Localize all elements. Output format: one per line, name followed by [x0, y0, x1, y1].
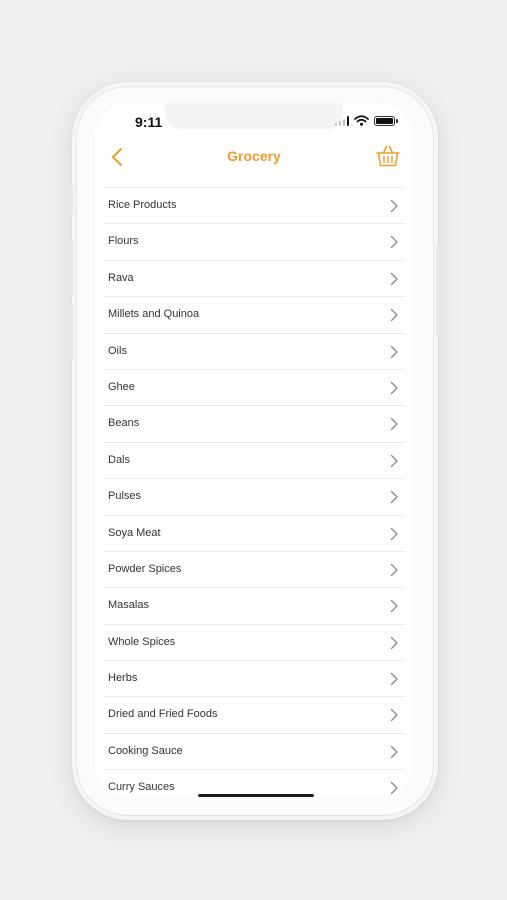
volume-down-button [69, 304, 73, 360]
chevron-right-icon [390, 600, 398, 613]
app-screen: 9:11 Grocery Rice Products Flours Rava Mill… [95, 103, 413, 797]
chevron-right-icon [390, 236, 398, 249]
chevron-right-icon [390, 381, 398, 395]
list-item[interactable]: Ghee [103, 368, 405, 405]
list-item-label: Millets and Quinoa [108, 308, 200, 321]
chevron-right-icon [390, 782, 398, 795]
volume-up-button [69, 240, 73, 296]
chevron-right-icon [390, 636, 398, 649]
wifi-icon [354, 115, 369, 126]
list-item[interactable]: Whole Spices [103, 623, 405, 660]
chevron-right-icon [390, 672, 398, 686]
list-item[interactable]: Beans [103, 405, 405, 441]
list-item[interactable]: Herbs [103, 660, 405, 696]
list-item-label: Soya Meat [108, 526, 161, 539]
list-item-label: Cooking Sauce [108, 744, 183, 757]
chevron-right-icon [390, 345, 398, 358]
category-list: Rice Products Flours Rava Millets and Quino… [103, 187, 405, 797]
list-item-label: Dried and Fried Foods [108, 708, 218, 721]
chevron-right-icon [390, 454, 398, 467]
mute-switch [69, 185, 73, 215]
list-item[interactable]: Cooking Sauce [103, 732, 405, 769]
list-item-label: Rice Products [108, 199, 177, 211]
power-button [436, 245, 440, 337]
status-icons [334, 115, 398, 126]
page-title: Grocery [227, 148, 281, 164]
battery-icon [374, 115, 398, 126]
list-item-label: Herbs [108, 672, 138, 685]
list-item-label: Masalas [108, 599, 149, 612]
device-notch [165, 103, 343, 129]
list-item[interactable]: Powder Spices [103, 550, 405, 587]
list-item[interactable]: Curry Sauces [103, 769, 405, 797]
list-item-label: Flours [108, 235, 139, 248]
list-item[interactable]: Flours [103, 223, 405, 259]
list-item[interactable]: Rava [103, 259, 405, 296]
home-indicator [198, 794, 314, 797]
list-item-label: Ghee [108, 380, 135, 393]
chevron-right-icon [390, 418, 398, 431]
list-item[interactable]: Rice Products [103, 187, 405, 223]
list-item-label: Beans [108, 417, 140, 430]
chevron-right-icon [390, 309, 398, 322]
list-item[interactable]: Dried and Fried Foods [103, 696, 405, 732]
status-time: 9:11 [135, 114, 163, 130]
nav-bar: Grocery [95, 139, 413, 177]
chevron-right-icon [390, 709, 398, 722]
list-item-label: Curry Sauces [108, 781, 175, 794]
chevron-right-icon [390, 272, 398, 285]
chevron-right-icon [390, 745, 398, 759]
signal-icon [334, 115, 349, 126]
chevron-right-icon [390, 527, 398, 540]
basket-icon[interactable] [375, 143, 401, 169]
chevron-right-icon [390, 490, 398, 504]
list-item[interactable]: Soya Meat [103, 514, 405, 551]
list-item[interactable]: Pulses [103, 478, 405, 514]
list-item-label: Whole Spices [108, 635, 176, 648]
chevron-right-icon [390, 563, 398, 577]
chevron-right-icon [390, 199, 398, 213]
list-item-label: Dals [108, 453, 131, 466]
list-item-label: Oils [108, 344, 127, 357]
list-item[interactable]: Dals [103, 441, 405, 478]
list-item-label: Pulses [108, 490, 142, 503]
list-item-label: Rava [108, 271, 134, 284]
list-item[interactable]: Masalas [103, 587, 405, 623]
list-item-label: Powder Spices [108, 562, 182, 575]
list-item[interactable]: Oils [103, 332, 405, 369]
list-item[interactable]: Millets and Quinoa [103, 296, 405, 332]
